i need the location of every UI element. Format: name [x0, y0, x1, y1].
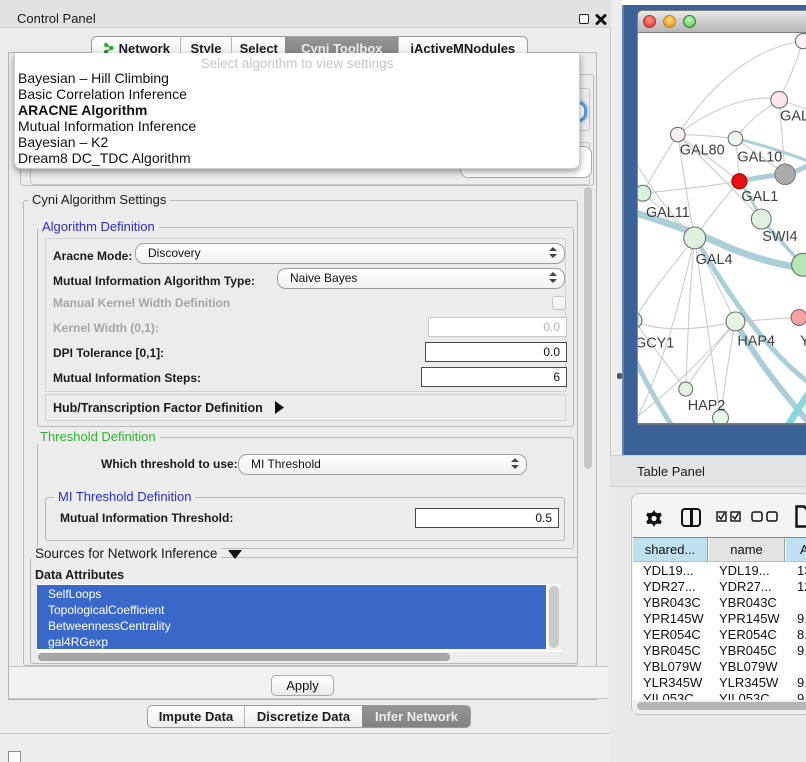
svg-text:GAL10: GAL10	[737, 149, 782, 165]
svg-text:GAL4: GAL4	[696, 252, 733, 268]
svg-text:HAP2: HAP2	[688, 398, 726, 414]
svg-text:GAL11: GAL11	[646, 205, 690, 221]
svg-text:GAL80: GAL80	[680, 142, 725, 158]
svg-text:Y: Y	[800, 333, 806, 349]
svg-text:HAP4: HAP4	[737, 333, 775, 349]
svg-text:GAL: GAL	[780, 109, 806, 125]
svg-text:GAL1: GAL1	[741, 189, 778, 205]
svg-text:GCY1: GCY1	[637, 335, 674, 351]
svg-text:SWI4: SWI4	[762, 229, 797, 245]
